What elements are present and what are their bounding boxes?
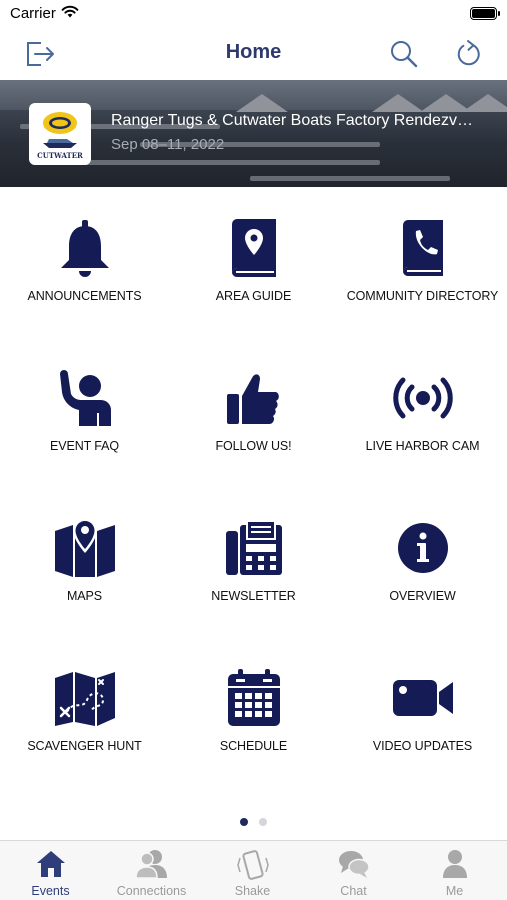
tile-schedule[interactable]: SCHEDULE xyxy=(169,637,338,787)
tab-bar: Events Connections Shake Chat Me xyxy=(0,840,507,900)
home-icon xyxy=(36,851,65,877)
tab-events[interactable]: Events xyxy=(0,841,101,900)
map-pin-icon xyxy=(54,518,115,577)
nav-bar: Home xyxy=(0,28,507,80)
tile-follow-us[interactable]: FOLLOW US! xyxy=(169,337,338,487)
tile-label: LIVE HARBOR CAM xyxy=(365,439,480,453)
refresh-icon xyxy=(457,40,480,66)
tile-newsletter[interactable]: NEWSLETTER xyxy=(169,487,338,637)
tile-label: OVERVIEW xyxy=(389,589,456,603)
tile-label: COMMUNITY DIRECTORY xyxy=(346,289,499,303)
chat-bubbles-icon xyxy=(338,851,370,878)
tile-label: ANNOUNCEMENTS xyxy=(27,289,142,303)
tile-event-faq[interactable]: EVENT FAQ xyxy=(0,337,169,487)
tile-label: FOLLOW US! xyxy=(215,439,292,453)
tile-label: AREA GUIDE xyxy=(215,289,292,303)
page-title: Home xyxy=(225,41,282,63)
fax-icon xyxy=(225,520,282,575)
tab-label: Connections xyxy=(116,884,187,898)
wifi-icon xyxy=(61,5,79,23)
carrier-label: Carrier xyxy=(10,5,56,22)
search-icon xyxy=(391,41,418,68)
tab-shake[interactable]: Shake xyxy=(202,841,303,900)
search-button[interactable] xyxy=(386,36,422,72)
refresh-button[interactable] xyxy=(451,36,487,72)
page-dot-1[interactable] xyxy=(240,818,248,826)
tile-label: NEWSLETTER xyxy=(211,589,296,603)
tile-label: SCAVENGER HUNT xyxy=(27,739,142,753)
people-icon xyxy=(134,850,167,879)
video-camera-icon xyxy=(392,680,453,716)
page-indicator[interactable] xyxy=(0,818,507,826)
event-banner[interactable]: CUTWATER Ranger Tugs & Cutwater Boats Fa… xyxy=(0,80,507,187)
tab-label: Me xyxy=(445,884,464,898)
battery-icon xyxy=(470,7,500,20)
map-book-icon xyxy=(231,219,276,278)
svg-text:CUTWATER: CUTWATER xyxy=(37,151,83,160)
calendar-icon xyxy=(227,669,280,726)
tab-label: Events xyxy=(31,884,70,898)
shake-phone-icon xyxy=(236,850,269,880)
tab-label: Chat xyxy=(340,884,367,898)
event-date: Sep 08–11, 2022 xyxy=(111,136,225,153)
tile-label: EVENT FAQ xyxy=(49,439,120,453)
raised-hand-person-icon xyxy=(59,370,111,426)
tile-live-harbor-cam[interactable]: LIVE HARBOR CAM xyxy=(338,337,507,487)
person-icon xyxy=(442,850,467,878)
page-dot-2[interactable] xyxy=(259,818,267,826)
status-bar: Carrier xyxy=(0,0,507,28)
tab-label: Shake xyxy=(234,884,271,898)
event-title: Ranger Tugs & Cutwater Boats Factory Ren… xyxy=(111,112,473,129)
tile-maps[interactable]: MAPS xyxy=(0,487,169,637)
thumbs-up-icon xyxy=(226,374,279,424)
tile-area-guide[interactable]: AREA GUIDE xyxy=(169,187,338,337)
tile-video-updates[interactable]: VIDEO UPDATES xyxy=(338,637,507,787)
info-icon xyxy=(397,523,448,573)
bell-icon xyxy=(60,220,109,277)
tile-label: VIDEO UPDATES xyxy=(372,739,473,753)
event-logo: CUTWATER xyxy=(29,103,91,165)
menu-grid: ANNOUNCEMENTS AREA GUIDE COMMUNITY DIREC… xyxy=(0,187,507,807)
tile-label: MAPS xyxy=(66,589,103,603)
tile-label: SCHEDULE xyxy=(219,739,288,753)
tile-community-directory[interactable]: COMMUNITY DIRECTORY xyxy=(338,187,507,337)
tab-me[interactable]: Me xyxy=(404,841,505,900)
tile-announcements[interactable]: ANNOUNCEMENTS xyxy=(0,187,169,337)
treasure-map-icon xyxy=(54,672,115,726)
phone-book-icon xyxy=(402,220,443,277)
tile-overview[interactable]: OVERVIEW xyxy=(338,487,507,637)
tab-chat[interactable]: Chat xyxy=(303,841,404,900)
broadcast-icon xyxy=(392,377,453,419)
tile-scavenger-hunt[interactable]: SCAVENGER HUNT xyxy=(0,637,169,787)
tab-connections[interactable]: Connections xyxy=(101,841,202,900)
